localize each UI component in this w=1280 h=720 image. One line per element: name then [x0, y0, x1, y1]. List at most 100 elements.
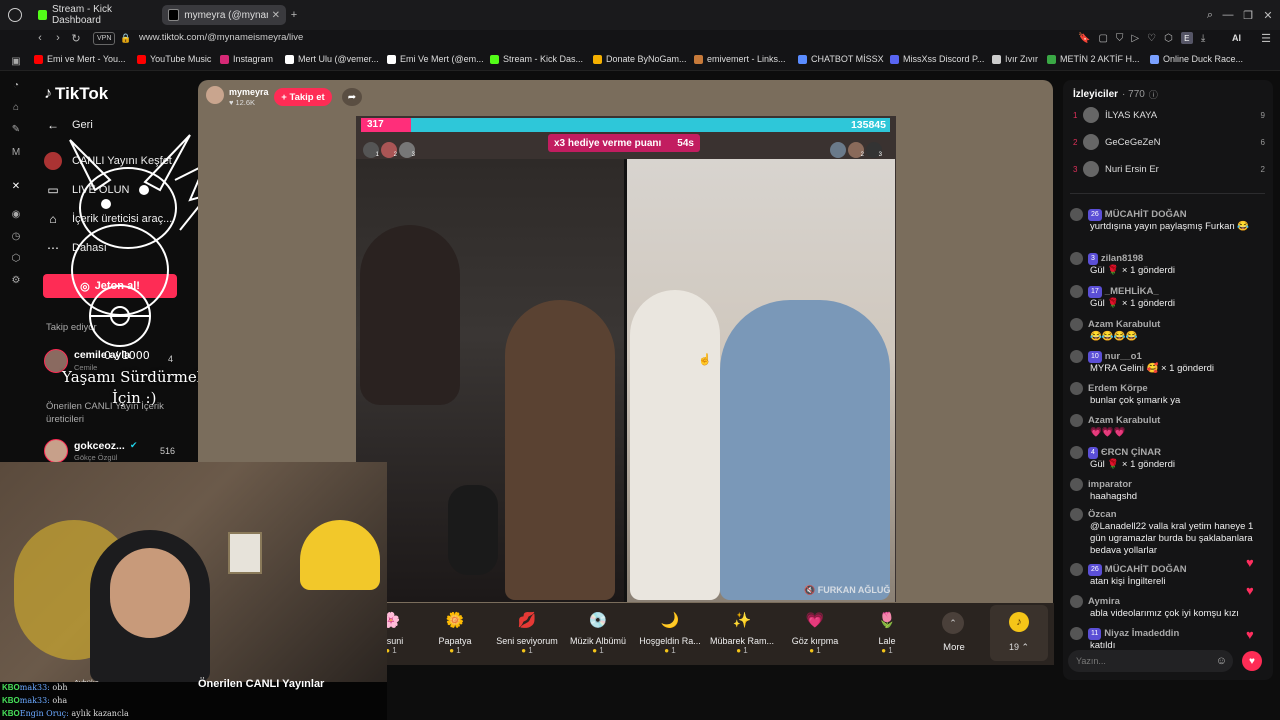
bookmark-item[interactable]: Stream - Kick Das...: [490, 52, 583, 66]
bookmark-item[interactable]: METİN 2 AKTİF H...: [1047, 52, 1140, 66]
host-avatar[interactable]: [206, 86, 224, 104]
camera-icon[interactable]: ▢: [1098, 33, 1107, 44]
share-icon[interactable]: ➦: [342, 88, 362, 106]
gift-item[interactable]: 💋 Seni seviyorum ● 1: [492, 608, 562, 655]
more-gifts-icon[interactable]: ⌃: [942, 612, 964, 634]
chat-message[interactable]: 26 MÜCAHİT DOĞAN atan kişi İngiltereli: [1070, 563, 1265, 588]
bookmark-item[interactable]: Mert Ulu (@vemer...: [285, 52, 379, 66]
gift-item[interactable]: 💿 Müzik Albümü ● 1: [563, 608, 633, 655]
close-tab-icon[interactable]: ✕: [272, 10, 280, 21]
sidebar-clock-icon[interactable]: ◷: [10, 230, 22, 242]
tiktok-logo[interactable]: ♪ TikTok: [44, 84, 108, 104]
chat-message[interactable]: Özcan @Lanadell22 valla kral yetim haneye…: [1070, 508, 1265, 557]
chat-message[interactable]: 3 zilan8198 Gül 🌹 × 1 gönderdi: [1070, 252, 1265, 277]
bookmark-item[interactable]: CHATBOT MİSSX: [798, 52, 884, 66]
gift-item[interactable]: 🌙 Hoşgeldin Ra... ● 1: [635, 608, 705, 655]
info-icon[interactable]: ⓘ: [1149, 88, 1158, 101]
bookmark-item[interactable]: emivemert - Links...: [694, 52, 786, 66]
url-field[interactable]: www.tiktok.com/@mynameismeyra/live: [139, 31, 303, 45]
extensions-icon[interactable]: ⬡: [1164, 33, 1173, 44]
tab-kick-dashboard[interactable]: Stream - Kick Dashboard: [32, 4, 158, 26]
opera-logo-icon[interactable]: [8, 8, 22, 22]
chat-username[interactable]: Özcan: [1088, 509, 1117, 520]
tab-tiktok-live[interactable]: mymeyra (@mynameis ✕: [162, 5, 286, 25]
download-icon[interactable]: ⤓: [1201, 33, 1205, 44]
like-heart-button[interactable]: ♥: [1242, 651, 1262, 671]
supporter-avatar[interactable]: 2: [381, 142, 397, 158]
chat-username[interactable]: Azam Karabulut: [1088, 319, 1160, 330]
chat-username[interactable]: MÜCAHİT DOĞAN: [1105, 564, 1187, 575]
sidebar-bag-icon[interactable]: ⌂: [10, 101, 22, 113]
supporter-avatar[interactable]: 3: [399, 142, 415, 158]
shield-icon[interactable]: ⛉: [1116, 33, 1124, 44]
chat-input[interactable]: Yazın... ☺: [1068, 650, 1233, 672]
chat-username[interactable]: Aymira: [1088, 596, 1120, 607]
sidebar-history-icon[interactable]: ◔: [10, 79, 22, 91]
chat-username[interactable]: imparator: [1088, 479, 1132, 490]
chat-message[interactable]: Azam Karabulut 😂😂😂😂: [1070, 318, 1265, 343]
chat-message[interactable]: 10 nur__o1 MYRA Gelini 🥰 × 1 gönderdi: [1070, 350, 1265, 375]
bookmark-icon[interactable]: 🔖: [1078, 33, 1090, 44]
follow-button[interactable]: + Takip et: [274, 88, 332, 106]
supporter-avatar[interactable]: [830, 142, 846, 158]
gift-item[interactable]: 🌼 Papatya ● 1: [420, 608, 490, 655]
vpn-badge[interactable]: VPN: [93, 32, 116, 45]
bookmark-item[interactable]: YouTube Music: [137, 52, 211, 66]
recommended-item[interactable]: gokceoz... ✔ Gökçe Özgül 516: [44, 439, 184, 463]
gift-item[interactable]: ✨ Mübarek Ram... ● 1: [707, 608, 777, 655]
back-icon[interactable]: ‹: [34, 31, 46, 45]
supporter-avatar[interactable]: 1: [363, 142, 379, 158]
heart-icon[interactable]: ♡: [1147, 33, 1156, 44]
sidebar-messenger-icon[interactable]: ▣: [10, 55, 22, 67]
supporter-avatar[interactable]: 2: [848, 142, 864, 158]
bookmark-item[interactable]: Instagram: [220, 52, 273, 66]
sidebar-settings-icon[interactable]: ⚙: [10, 274, 22, 286]
chat-message[interactable]: Erdem Körpe bunlar çok şımarık ya: [1070, 382, 1265, 407]
new-tab-button[interactable]: +: [288, 9, 300, 21]
forward-icon[interactable]: ›: [52, 31, 64, 45]
top-viewer-row[interactable]: 2 GeCeGeZeN 6: [1073, 133, 1265, 151]
sidebar-record-icon[interactable]: ◉: [10, 208, 22, 220]
close-window-icon[interactable]: ✕: [1262, 9, 1274, 22]
top-viewer-row[interactable]: 3 Nuri Ersin Er 2: [1073, 160, 1265, 178]
chat-message[interactable]: Aymira abla videolarımız çok iyi komşu kı…: [1070, 595, 1265, 620]
bookmark-item[interactable]: Donate ByNoGam...: [593, 52, 687, 66]
gift-item[interactable]: 💗 Göz kırpma ● 1: [780, 608, 850, 655]
chat-message[interactable]: 26 MÜCAHİT DOĞAN yurtdışına yayın paylaşmı…: [1070, 208, 1265, 233]
bookmark-item[interactable]: MissXss Discord P...: [890, 52, 984, 66]
maximize-icon[interactable]: ❐: [1242, 9, 1254, 22]
sidebar-pen-icon[interactable]: ✎: [10, 123, 22, 135]
reload-icon[interactable]: ↻: [70, 31, 82, 45]
host-name[interactable]: mymeyra: [229, 87, 269, 97]
sidebar-x-icon[interactable]: ✕: [10, 180, 22, 192]
chat-username[interactable]: nur__o1: [1105, 351, 1142, 362]
play-icon[interactable]: ▷: [1131, 33, 1139, 44]
menu-icon[interactable]: ☰: [1260, 31, 1272, 45]
bookmark-item[interactable]: Emi Ve Mert (@em...: [387, 52, 484, 66]
bookmark-item[interactable]: Emi ve Mert - You...: [34, 52, 126, 66]
chat-username[interactable]: Erdem Körpe: [1088, 383, 1148, 394]
chat-username[interactable]: zilan8198: [1101, 253, 1143, 264]
more-gifts-label[interactable]: More: [935, 642, 973, 653]
top-viewer-row[interactable]: 1 İLYAS KAYA 9: [1073, 106, 1265, 124]
chat-message[interactable]: 4 ЄRCN ÇİNAR Gül 🌹 × 1 gönderdi: [1070, 446, 1265, 471]
chat-message[interactable]: 17 _MEHLİKA_ Gül 🌹 × 1 gönderdi: [1070, 285, 1265, 310]
chat-username[interactable]: ЄRCN ÇİNAR: [1101, 447, 1161, 458]
supporter-avatar[interactable]: 3: [866, 142, 882, 158]
chat-username[interactable]: _MEHLİKA_: [1105, 286, 1159, 297]
minimize-icon[interactable]: —: [1222, 9, 1234, 21]
chat-message[interactable]: 11 Niyaz İmadeddin katıldı: [1070, 627, 1265, 652]
chat-message[interactable]: Azam Karabulut 💗💗💗: [1070, 414, 1265, 439]
bookmark-item[interactable]: Online Duck Race...: [1150, 52, 1243, 66]
chat-username[interactable]: MÜCAHİT DOĞAN: [1105, 209, 1187, 220]
chat-username[interactable]: Azam Karabulut: [1088, 415, 1160, 426]
gift-item[interactable]: 🌷 Lale ● 1: [852, 608, 922, 655]
chat-username[interactable]: Niyaz İmadeddin: [1104, 628, 1179, 639]
ai-button[interactable]: AI: [1232, 31, 1241, 45]
chat-message[interactable]: imparator haahagshd: [1070, 478, 1265, 503]
sidebar-cube-icon[interactable]: ⬡: [10, 252, 22, 264]
search-icon[interactable]: ⌕: [1204, 9, 1216, 21]
bookmark-item[interactable]: Ivır Zıvır: [992, 52, 1038, 66]
profile-avatar[interactable]: E: [1180, 32, 1193, 44]
sidebar-mail-icon[interactable]: M: [10, 146, 22, 158]
